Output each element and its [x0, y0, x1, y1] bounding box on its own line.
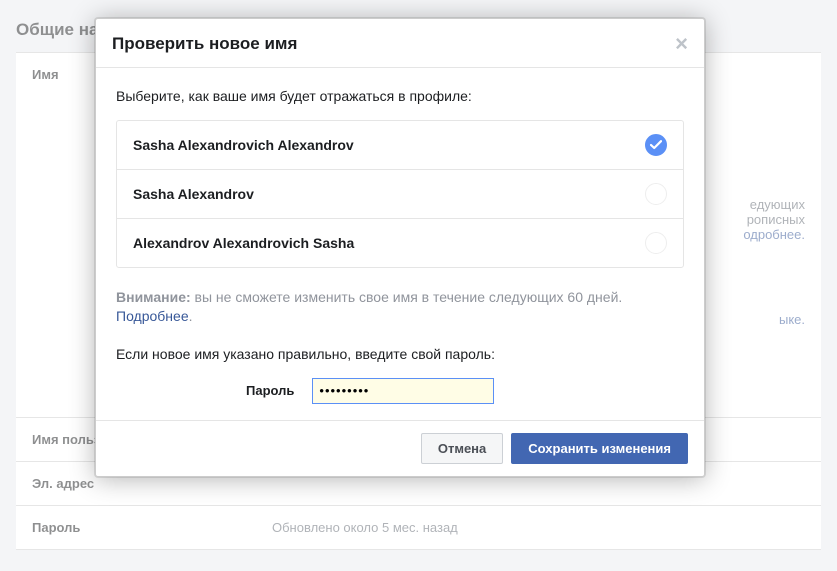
- save-button[interactable]: Сохранить изменения: [511, 433, 688, 464]
- cancel-button[interactable]: Отмена: [421, 433, 503, 464]
- learn-more-link[interactable]: Подробнее: [116, 308, 189, 324]
- warning-text: Внимание: вы не сможете изменить свое им…: [116, 288, 684, 326]
- name-option-2[interactable]: Alexandrov Alexandrovich Sasha: [117, 219, 683, 267]
- name-option-list: Sasha Alexandrovich Alexandrov Sasha Ale…: [116, 120, 684, 268]
- name-option-label: Alexandrov Alexandrovich Sasha: [133, 235, 354, 251]
- name-option-0[interactable]: Sasha Alexandrovich Alexandrov: [117, 121, 683, 170]
- modal-footer: Отмена Сохранить изменения: [96, 420, 704, 476]
- name-change-modal: Проверить новое имя × Выберите, как ваше…: [95, 18, 705, 477]
- modal-header: Проверить новое имя ×: [96, 19, 704, 67]
- radio-unselected-icon: [645, 232, 667, 254]
- name-option-label: Sasha Alexandrov: [133, 186, 254, 202]
- password-label: Пароль: [246, 383, 294, 398]
- radio-selected-icon: [645, 134, 667, 156]
- name-option-1[interactable]: Sasha Alexandrov: [117, 170, 683, 219]
- modal-title: Проверить новое имя: [112, 34, 297, 54]
- warning-prefix: Внимание:: [116, 289, 191, 305]
- password-input[interactable]: [312, 378, 494, 404]
- password-prompt: Если новое имя указано правильно, введит…: [116, 346, 684, 362]
- modal-instruction: Выберите, как ваше имя будет отражаться …: [116, 88, 684, 104]
- close-icon[interactable]: ×: [675, 33, 688, 55]
- name-option-label: Sasha Alexandrovich Alexandrov: [133, 137, 354, 153]
- radio-unselected-icon: [645, 183, 667, 205]
